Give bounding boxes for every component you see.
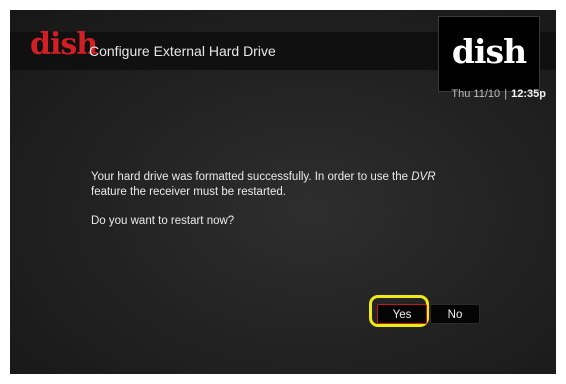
clock-separator: |	[504, 88, 508, 100]
clock-date: Thu 11/10	[451, 88, 501, 100]
yes-button[interactable]: Yes	[377, 304, 427, 324]
restart-question: Do you want to restart now?	[91, 215, 235, 227]
page-title: Configure External Hard Drive	[89, 43, 276, 59]
clock-time: 12:35p	[511, 88, 546, 100]
no-button[interactable]: No	[430, 304, 480, 324]
clock: Thu 11/10 | 12:35p	[451, 88, 546, 100]
dish-logo-box-text: dish	[451, 32, 527, 71]
dialog-message: Your hard drive was formatted successful…	[91, 170, 471, 229]
dish-logo-box: dish	[438, 16, 540, 92]
dish-logo: dish	[30, 27, 98, 62]
message-text: Your hard drive was formatted successful…	[91, 170, 471, 200]
message-dvr: DVR	[411, 171, 436, 183]
message-part-2: feature the receiver must be restarted.	[91, 186, 286, 198]
message-part-1: Your hard drive was formatted successful…	[91, 171, 412, 183]
tv-screen: dish Configure External Hard Drive dish …	[10, 10, 556, 374]
